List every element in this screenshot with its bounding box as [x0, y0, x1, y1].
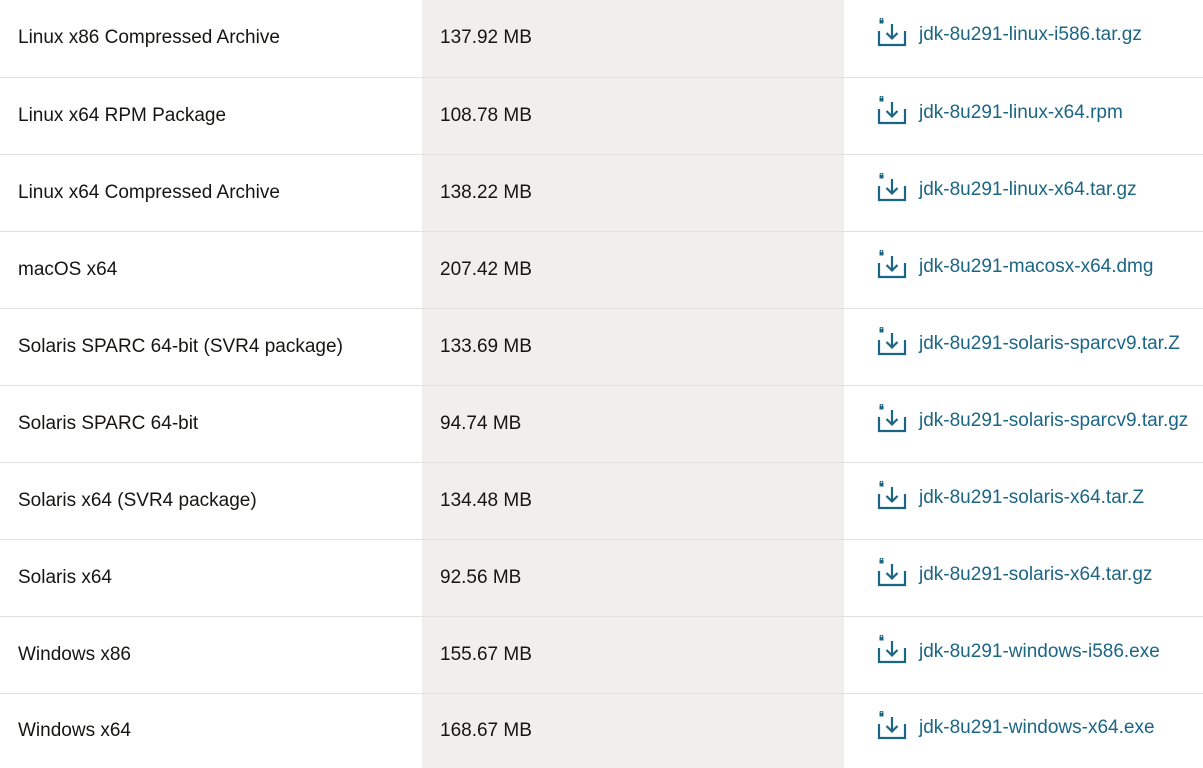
locked-download-icon	[877, 557, 907, 586]
file-size-cell: 133.69 MB	[422, 308, 844, 386]
download-cell: jdk-8u291-solaris-sparcv9.tar.gz	[844, 385, 1203, 463]
locked-download-icon	[877, 634, 907, 663]
download-table-body: Linux x86 Compressed Archive 137.92 MB j…	[0, 0, 1203, 768]
table-row: Linux x64 Compressed Archive 138.22 MB j…	[0, 154, 1203, 232]
table-row: Solaris x64 92.56 MB jdk-8u291-solaris-x…	[0, 539, 1203, 617]
locked-download-icon	[877, 249, 907, 278]
product-cell: Linux x64 Compressed Archive	[0, 154, 422, 232]
download-cell: jdk-8u291-windows-x64.exe	[844, 693, 1203, 768]
download-cell: jdk-8u291-linux-i586.tar.gz	[844, 0, 1203, 78]
file-size-cell: 108.78 MB	[422, 77, 844, 155]
download-table: Linux x86 Compressed Archive 137.92 MB j…	[0, 0, 1203, 768]
product-cell: Linux x86 Compressed Archive	[0, 0, 422, 78]
download-filename: jdk-8u291-linux-x64.tar.gz	[919, 178, 1137, 200]
file-size-cell: 168.67 MB	[422, 693, 844, 768]
file-size-cell: 134.48 MB	[422, 462, 844, 540]
download-link[interactable]: jdk-8u291-linux-x64.rpm	[877, 95, 1123, 128]
file-size-cell: 92.56 MB	[422, 539, 844, 617]
table-row: Solaris SPARC 64-bit (SVR4 package) 133.…	[0, 308, 1203, 386]
download-filename: jdk-8u291-solaris-sparcv9.tar.Z	[919, 332, 1180, 354]
table-row: Solaris x64 (SVR4 package) 134.48 MB jdk…	[0, 462, 1203, 540]
file-size-cell: 137.92 MB	[422, 0, 844, 78]
download-cell: jdk-8u291-solaris-x64.tar.Z	[844, 462, 1203, 540]
locked-download-icon	[877, 172, 907, 201]
download-filename: jdk-8u291-linux-x64.rpm	[919, 101, 1123, 123]
locked-download-icon	[877, 95, 907, 124]
download-filename: jdk-8u291-macosx-x64.dmg	[919, 255, 1154, 277]
locked-download-icon	[877, 18, 907, 47]
download-cell: jdk-8u291-solaris-x64.tar.gz	[844, 539, 1203, 617]
table-row: Solaris SPARC 64-bit 94.74 MB jdk-8u291-…	[0, 385, 1203, 463]
locked-download-icon	[877, 480, 907, 509]
download-cell: jdk-8u291-linux-x64.tar.gz	[844, 154, 1203, 232]
table-row: Windows x86 155.67 MB jdk-8u291-windows-…	[0, 616, 1203, 694]
download-filename: jdk-8u291-solaris-sparcv9.tar.gz	[919, 409, 1189, 431]
download-filename: jdk-8u291-windows-x64.exe	[919, 717, 1155, 739]
table-row: Windows x64 168.67 MB jdk-8u291-windows-…	[0, 693, 1203, 768]
download-link[interactable]: jdk-8u291-windows-i586.exe	[877, 634, 1160, 667]
download-filename: jdk-8u291-windows-i586.exe	[919, 640, 1160, 662]
product-cell: Solaris x64 (SVR4 package)	[0, 462, 422, 540]
locked-download-icon	[877, 403, 907, 432]
product-cell: Solaris x64	[0, 539, 422, 617]
download-link[interactable]: jdk-8u291-linux-x64.tar.gz	[877, 172, 1137, 205]
product-cell: Solaris SPARC 64-bit (SVR4 package)	[0, 308, 422, 386]
download-filename: jdk-8u291-solaris-x64.tar.Z	[919, 486, 1144, 508]
download-link[interactable]: jdk-8u291-linux-i586.tar.gz	[877, 18, 1142, 50]
download-cell: jdk-8u291-linux-x64.rpm	[844, 77, 1203, 155]
download-link[interactable]: jdk-8u291-windows-x64.exe	[877, 711, 1155, 743]
download-link[interactable]: jdk-8u291-solaris-x64.tar.Z	[877, 480, 1144, 513]
download-link[interactable]: jdk-8u291-solaris-sparcv9.tar.Z	[877, 326, 1180, 359]
download-filename: jdk-8u291-linux-i586.tar.gz	[919, 24, 1142, 46]
download-cell: jdk-8u291-solaris-sparcv9.tar.Z	[844, 308, 1203, 386]
download-cell: jdk-8u291-windows-i586.exe	[844, 616, 1203, 694]
product-cell: macOS x64	[0, 231, 422, 309]
file-size-cell: 94.74 MB	[422, 385, 844, 463]
locked-download-icon	[877, 326, 907, 355]
file-size-cell: 155.67 MB	[422, 616, 844, 694]
table-row: Linux x64 RPM Package 108.78 MB jdk-8u29…	[0, 77, 1203, 155]
file-size-cell: 207.42 MB	[422, 231, 844, 309]
product-cell: Linux x64 RPM Package	[0, 77, 422, 155]
download-link[interactable]: jdk-8u291-solaris-x64.tar.gz	[877, 557, 1153, 590]
download-link[interactable]: jdk-8u291-macosx-x64.dmg	[877, 249, 1154, 282]
product-cell: Windows x86	[0, 616, 422, 694]
file-size-cell: 138.22 MB	[422, 154, 844, 232]
locked-download-icon	[877, 711, 907, 740]
download-cell: jdk-8u291-macosx-x64.dmg	[844, 231, 1203, 309]
product-cell: Solaris SPARC 64-bit	[0, 385, 422, 463]
product-cell: Windows x64	[18, 720, 131, 742]
download-link[interactable]: jdk-8u291-solaris-sparcv9.tar.gz	[877, 403, 1189, 436]
download-filename: jdk-8u291-solaris-x64.tar.gz	[919, 563, 1153, 585]
table-row: macOS x64 207.42 MB jdk-8u291-macosx-x64…	[0, 231, 1203, 309]
table-row: Linux x86 Compressed Archive 137.92 MB j…	[0, 0, 1203, 78]
